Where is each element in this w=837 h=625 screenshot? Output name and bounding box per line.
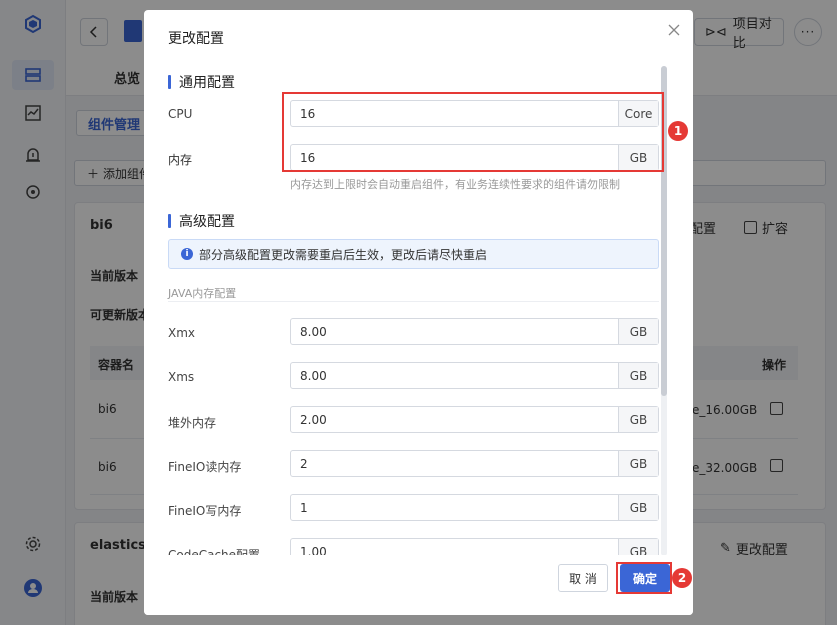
codecache-unit: GB (618, 539, 658, 555)
annotation-badge-1: 1 (668, 121, 688, 141)
memory-label: 内存 (168, 153, 193, 167)
xms-label: Xms (168, 370, 195, 384)
fineio-write-input[interactable]: 1 (291, 495, 618, 520)
xmx-field[interactable]: 8.00 GB (290, 318, 659, 345)
codecache-input[interactable]: 1.00 (291, 539, 618, 556)
offheap-memory-label: 堆外内存 (168, 416, 217, 430)
xms-field[interactable]: 8.00 GB (290, 362, 659, 389)
offheap-memory-field[interactable]: 2.00 GB (290, 406, 659, 433)
section-bar (168, 214, 171, 228)
advanced-notice-text: 部分高级配置更改需要重启后生效，更改后请尽快重启 (199, 247, 488, 262)
highlight-confirm (616, 562, 672, 594)
advanced-config-title: 高级配置 (168, 211, 235, 231)
fineio-read-field[interactable]: 2 GB (290, 450, 659, 477)
java-memory-title: JAVA内存配置 (168, 287, 237, 300)
xmx-unit: GB (618, 319, 658, 344)
codecache-label: CodeCache配置 (168, 548, 261, 555)
dialog-title: 更改配置 (168, 31, 224, 47)
general-config-title: 通用配置 (168, 72, 235, 92)
highlight-cpu-memory (282, 92, 664, 172)
fineio-write-field[interactable]: 1 GB (290, 494, 659, 521)
dialog-footer (144, 555, 693, 615)
annotation-badge-2: 2 (672, 568, 692, 588)
offheap-memory-unit: GB (618, 407, 658, 432)
divider (168, 301, 659, 302)
xmx-input[interactable]: 8.00 (291, 319, 618, 344)
fineio-read-input[interactable]: 2 (291, 451, 618, 476)
fineio-read-label: FineIO读内存 (168, 460, 242, 474)
xmx-label: Xmx (168, 326, 196, 340)
memory-hint: 内存达到上限时会自动重启组件，有业务连续性要求的组件请勿限制 (290, 178, 620, 191)
cpu-label: CPU (168, 107, 193, 121)
fineio-read-unit: GB (618, 451, 658, 476)
fineio-write-label: FineIO写内存 (168, 504, 242, 518)
general-config-label: 通用配置 (179, 75, 235, 91)
offheap-memory-input[interactable]: 2.00 (291, 407, 618, 432)
info-icon: i (181, 248, 193, 260)
close-icon (668, 24, 680, 36)
close-button[interactable] (664, 20, 684, 40)
section-bar (168, 75, 171, 89)
xms-input[interactable]: 8.00 (291, 363, 618, 388)
xms-unit: GB (618, 363, 658, 388)
cancel-button[interactable]: 取 消 (558, 564, 608, 592)
fineio-write-unit: GB (618, 495, 658, 520)
advanced-notice: i 部分高级配置更改需要重启后生效，更改后请尽快重启 (168, 239, 659, 269)
codecache-field[interactable]: 1.00 GB (290, 538, 659, 555)
advanced-config-label: 高级配置 (179, 214, 235, 230)
